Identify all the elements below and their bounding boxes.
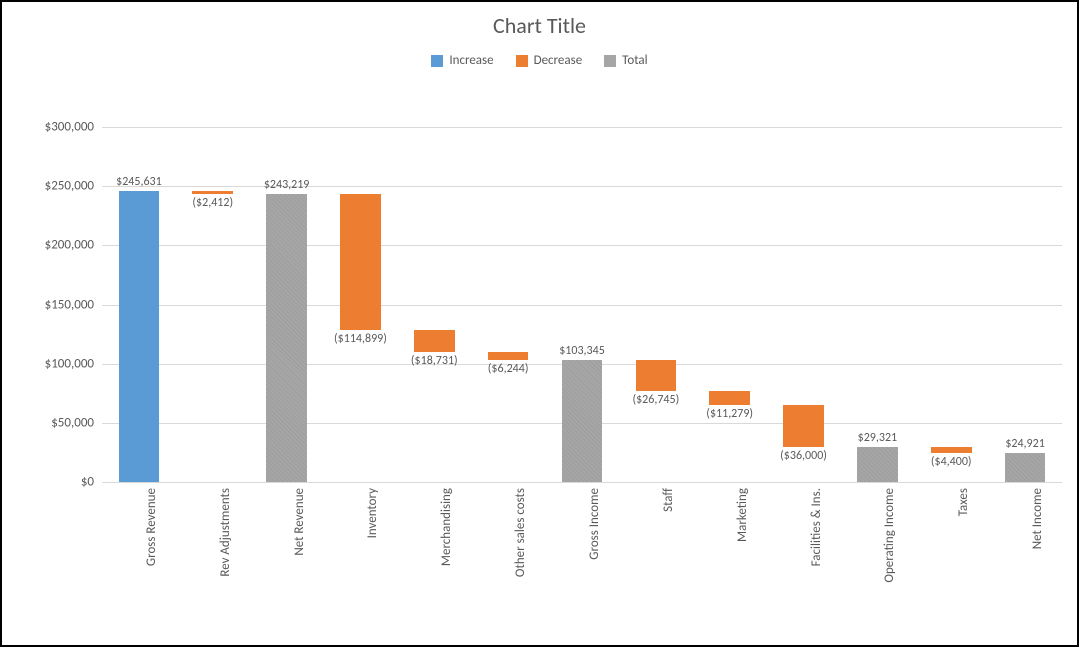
bar-value-label: ($4,400)	[931, 455, 972, 469]
x-axis-label: Other sales costs	[513, 488, 528, 577]
legend-swatch-total	[604, 55, 616, 67]
bar-increase	[119, 191, 160, 482]
y-axis-tick: $300,000	[45, 120, 94, 135]
plot-area: $0$50,000$100,000$150,000$200,000$250,00…	[102, 127, 1062, 482]
x-axis-label: Gross Revenue	[144, 488, 159, 566]
bar-decrease	[931, 447, 972, 452]
bar-value-label: $103,345	[559, 344, 605, 358]
bar-decrease	[709, 391, 750, 404]
bar-value-label: ($6,244)	[488, 362, 529, 376]
gridline	[102, 186, 1062, 187]
bar-decrease	[414, 330, 455, 352]
y-axis-tick: $150,000	[45, 297, 94, 312]
gridline	[102, 482, 1062, 483]
x-axis-label: Marketing	[735, 488, 750, 542]
bar-value-label: $29,321	[858, 431, 898, 445]
bar-total	[562, 360, 603, 482]
bar-value-label: ($36,000)	[780, 449, 827, 463]
legend-swatch-decrease	[516, 55, 528, 67]
x-axis-label: Net Revenue	[292, 488, 307, 556]
y-axis-tick: $200,000	[45, 238, 94, 253]
bar-total	[1005, 453, 1046, 482]
bar-total	[266, 194, 307, 482]
x-axis-label: Net Income	[1030, 488, 1045, 549]
bar-value-label: ($2,412)	[192, 196, 233, 210]
x-axis-label: Staff	[661, 488, 676, 512]
x-axis-label: Taxes	[956, 488, 971, 516]
bar-value-label: $243,219	[264, 178, 310, 192]
x-axis-label: Rev Adjustments	[218, 488, 233, 577]
y-axis-tick: $250,000	[45, 179, 94, 194]
legend-label-decrease: Decrease	[534, 53, 583, 68]
bar-value-label: $24,921	[1005, 437, 1045, 451]
y-axis-tick: $50,000	[51, 415, 94, 430]
chart-frame: Chart Title Increase Decrease Total $0$5…	[0, 0, 1079, 647]
x-axis-label: Inventory	[365, 488, 380, 538]
legend-label-increase: Increase	[449, 53, 493, 68]
bar-value-label: ($18,731)	[411, 354, 458, 368]
legend-swatch-increase	[431, 55, 443, 67]
bar-value-label: ($26,745)	[632, 393, 679, 407]
x-axis-label: Merchandising	[439, 488, 454, 566]
bar-decrease	[192, 191, 233, 194]
bar-value-label: $245,631	[116, 175, 162, 189]
legend-item-decrease: Decrease	[516, 53, 583, 68]
bar-decrease	[340, 194, 381, 330]
x-axis-label: Gross Income	[587, 488, 602, 560]
x-axis-label: Facilities & Ins.	[809, 488, 824, 566]
bar-total	[857, 447, 898, 482]
gridline	[102, 245, 1062, 246]
legend-label-total: Total	[622, 53, 647, 68]
gridline	[102, 127, 1062, 128]
chart-legend: Increase Decrease Total	[2, 53, 1077, 68]
bar-decrease	[783, 405, 824, 448]
y-axis-tick: $0	[81, 475, 94, 490]
legend-item-increase: Increase	[431, 53, 493, 68]
bar-value-label: ($114,899)	[334, 332, 387, 346]
x-axis-label: Operating Income	[882, 488, 897, 583]
y-axis-tick: $100,000	[45, 356, 94, 371]
bar-decrease	[636, 360, 677, 392]
chart-title: Chart Title	[2, 12, 1077, 39]
legend-item-total: Total	[604, 53, 647, 68]
gridline	[102, 305, 1062, 306]
bar-decrease	[488, 352, 529, 359]
bar-value-label: ($11,279)	[706, 407, 753, 421]
